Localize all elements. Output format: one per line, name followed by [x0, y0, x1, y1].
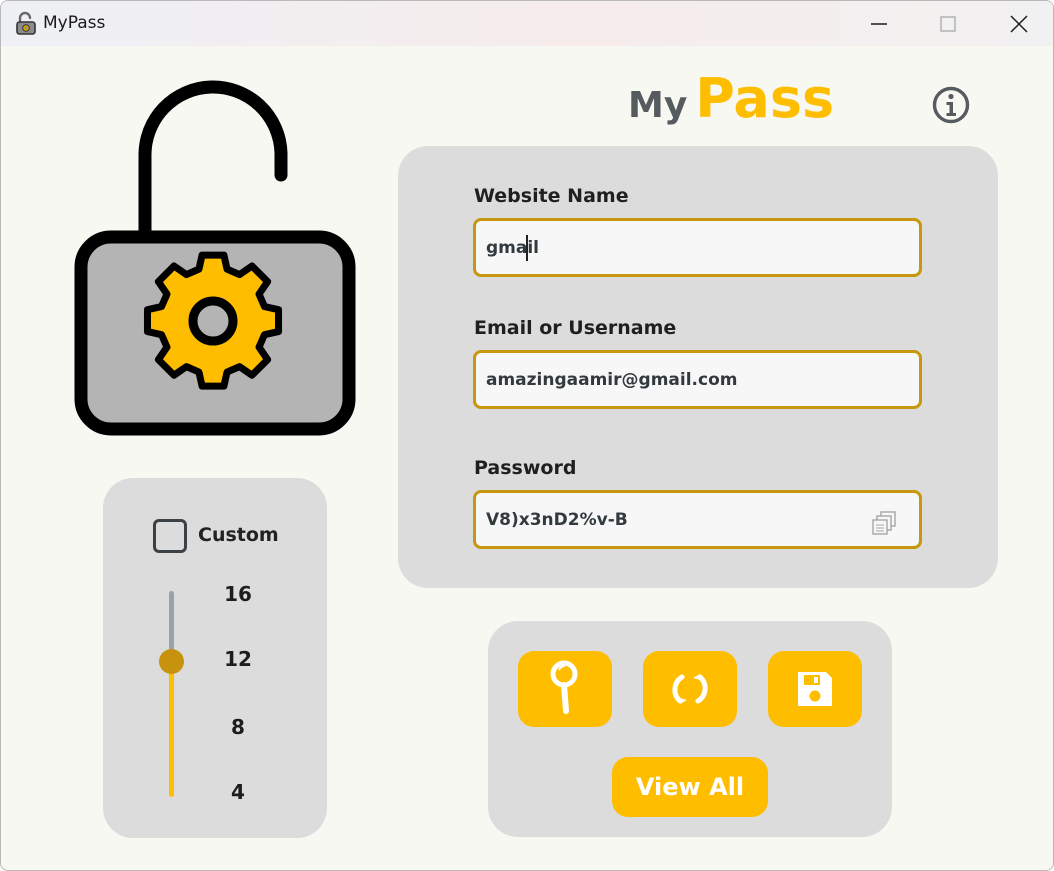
lock-icon [16, 11, 36, 35]
credentials-card: Website Name Email or Username Password [398, 146, 998, 588]
magnifier-icon [550, 660, 578, 714]
brand-title: My Pass [628, 67, 834, 137]
tick-label-4: 4 [231, 780, 245, 804]
tick-label-12: 12 [224, 647, 252, 671]
window-title: MyPass [43, 13, 106, 33]
close-icon [1010, 14, 1028, 33]
info-icon[interactable] [931, 85, 971, 125]
text-caret [526, 235, 528, 261]
view-all-button[interactable]: View All [612, 757, 768, 817]
minimize-button[interactable] [844, 1, 914, 46]
minimize-icon [871, 22, 887, 25]
maximize-icon [940, 15, 956, 32]
maximize-button[interactable] [913, 1, 983, 46]
tick-label-8: 8 [231, 715, 245, 739]
copy-icon[interactable] [872, 510, 898, 536]
custom-label: Custom [198, 524, 279, 546]
gear-icon [143, 251, 283, 390]
actions-card: View All [488, 621, 892, 837]
slider-track-filled[interactable] [169, 661, 174, 797]
close-button[interactable] [984, 1, 1053, 46]
length-slider-thumb[interactable] [159, 649, 184, 674]
title-bar: MyPass [1, 1, 1053, 46]
email-input[interactable] [473, 350, 922, 409]
lock-gear-logo [74, 80, 356, 436]
password-input[interactable] [473, 490, 922, 549]
website-label: Website Name [474, 185, 629, 207]
floppy-disk-icon [798, 672, 832, 706]
email-label: Email or Username [474, 317, 677, 339]
tick-label-16: 16 [224, 582, 252, 606]
password-label: Password [474, 457, 577, 479]
search-button[interactable] [518, 651, 612, 727]
brand-part-pass: Pass [695, 67, 835, 130]
length-card: Custom 16 12 8 4 [103, 478, 327, 838]
website-input[interactable] [473, 218, 922, 277]
brand-part-my: My [628, 85, 688, 126]
save-button[interactable] [768, 651, 862, 727]
app-window: MyPass My Pass Website Name gmail Email … [0, 0, 1054, 871]
generate-button[interactable] [643, 651, 737, 727]
refresh-icon [672, 674, 708, 704]
custom-checkbox[interactable] [153, 519, 187, 553]
